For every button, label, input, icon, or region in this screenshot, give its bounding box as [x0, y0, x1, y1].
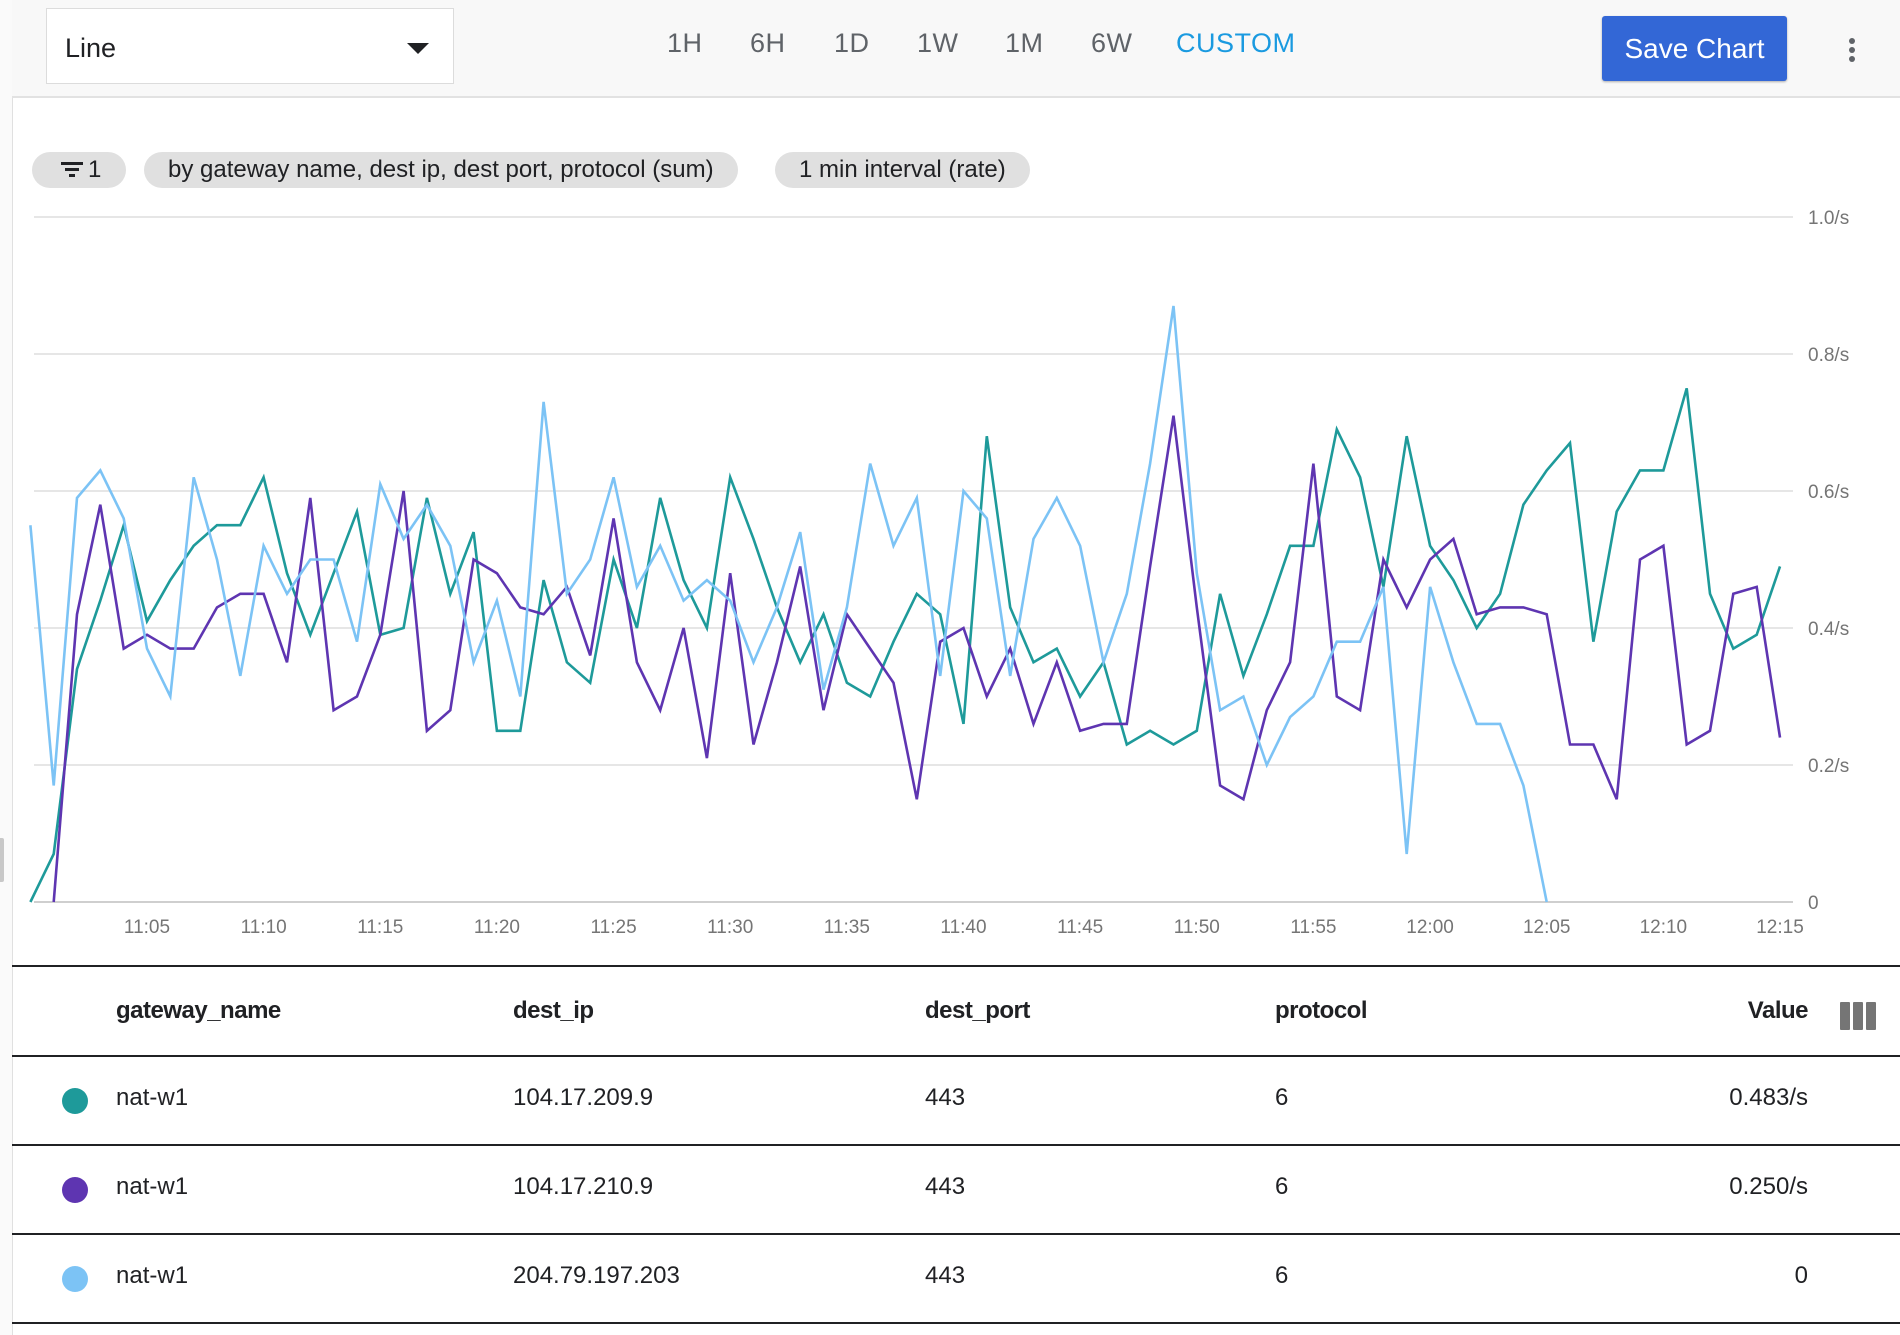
x-tick-label: 11:35 — [824, 917, 870, 938]
series-line-3 — [29, 305, 1548, 903]
y-axis: 0 0.2/s 0.4/s 0.6/s 0.8/s 1.0/s — [1808, 208, 1849, 914]
interval-chip[interactable]: 1 min interval (rate) — [775, 152, 1030, 188]
series-color-swatch — [62, 1266, 88, 1292]
gateway-name-cell: nat-w1 — [116, 1173, 189, 1200]
x-tick-label: 11:50 — [1174, 917, 1220, 938]
chart-type-value: Line — [65, 33, 117, 63]
column-header-value[interactable]: Value — [1712, 997, 1809, 1025]
group-by-chip[interactable]: by gateway name, dest ip, dest port, pro… — [144, 152, 738, 188]
x-tick-label: 12:05 — [1523, 917, 1571, 938]
dest-port-cell: 443 — [925, 1084, 966, 1111]
range-button-1d[interactable]: 1D — [834, 28, 870, 59]
legend-table: gateway_name dest_ip dest_port protocol … — [12, 965, 1900, 1324]
gateway-name-cell: nat-w1 — [116, 1262, 189, 1289]
x-tick-label: 12:10 — [1640, 917, 1688, 938]
column-header-dest-ip[interactable]: dest_ip — [513, 997, 594, 1025]
save-chart-button[interactable]: Save Chart — [1602, 16, 1787, 81]
table-row[interactable]: nat-w1 104.17.210.9 443 6 0.250/s — [12, 1146, 1900, 1235]
x-tick-label: 11:45 — [1057, 917, 1103, 938]
range-button-custom[interactable]: CUSTOM — [1176, 28, 1296, 59]
value-cell: 0.483/s — [1729, 1084, 1808, 1111]
y-tick-label: 0 — [1808, 893, 1819, 914]
series-lines — [29, 305, 1782, 903]
grid-lines — [34, 216, 1793, 903]
range-button-6w[interactable]: 6W — [1091, 28, 1133, 59]
column-header-protocol[interactable]: protocol — [1275, 997, 1368, 1025]
y-tick-label: 1.0/s — [1808, 208, 1849, 229]
range-button-1m[interactable]: 1M — [1005, 28, 1044, 59]
y-tick-label: 0.2/s — [1808, 756, 1849, 777]
series-line-1 — [29, 387, 1782, 903]
series-line-2 — [52, 415, 1782, 903]
protocol-cell: 6 — [1275, 1084, 1289, 1111]
x-tick-label: 11:25 — [591, 917, 637, 938]
x-tick-label: 11:10 — [241, 917, 287, 938]
dest-ip-cell: 104.17.210.9 — [513, 1173, 654, 1200]
y-tick-label: 0.4/s — [1808, 619, 1849, 640]
value-cell: 0.250/s — [1729, 1173, 1808, 1200]
x-tick-label: 11:20 — [474, 917, 520, 938]
dropdown-arrow-icon — [407, 43, 429, 54]
table-header: gateway_name dest_ip dest_port protocol … — [12, 965, 1900, 1057]
filter-list-icon — [60, 159, 84, 179]
chart-type-select[interactable]: Line — [46, 8, 454, 84]
x-tick-label: 11:15 — [357, 917, 403, 938]
x-tick-label: 11:05 — [124, 917, 170, 938]
y-tick-label: 0.8/s — [1808, 345, 1849, 366]
range-button-1w[interactable]: 1W — [917, 28, 959, 59]
dest-port-cell: 443 — [925, 1262, 966, 1289]
x-tick-label: 12:15 — [1756, 917, 1804, 938]
x-tick-label: 11:40 — [940, 917, 986, 938]
filter-chip[interactable]: 1 — [32, 152, 126, 188]
x-tick-label: 11:55 — [1290, 917, 1336, 938]
x-tick-label: 12:00 — [1406, 917, 1454, 938]
dest-ip-cell: 204.79.197.203 — [513, 1262, 680, 1289]
table-row[interactable]: nat-w1 204.79.197.203 443 6 0 — [12, 1235, 1900, 1324]
table-row[interactable]: nat-w1 104.17.209.9 443 6 0.483/s — [12, 1057, 1900, 1146]
view-column-icon[interactable] — [1840, 1002, 1876, 1030]
protocol-cell: 6 — [1275, 1173, 1289, 1200]
value-cell: 0 — [1794, 1262, 1808, 1289]
column-header-gateway-name[interactable]: gateway_name — [116, 997, 281, 1025]
series-color-swatch — [62, 1088, 88, 1114]
x-axis: 11:05 11:10 11:15 11:20 11:25 11:30 11:35 11:40… — [124, 917, 1804, 938]
protocol-cell: 6 — [1275, 1262, 1289, 1289]
filter-count: 1 — [88, 156, 102, 183]
more-vert-icon[interactable] — [1842, 38, 1862, 68]
dest-port-cell: 443 — [925, 1173, 966, 1200]
y-tick-label: 0.6/s — [1808, 482, 1849, 503]
dest-ip-cell: 104.17.209.9 — [513, 1084, 654, 1111]
series-color-swatch — [62, 1177, 88, 1203]
column-header-dest-port[interactable]: dest_port — [925, 997, 1030, 1025]
line-chart[interactable]: 00.2/s0.4/s0.6/s0.8/s1.0/s 11:05 11:10 11:… — [0, 200, 1900, 940]
chart-toolbar: Line 1H 6H 1D 1W 1M 6W CUSTOM Save Chart — [12, 0, 1900, 98]
range-button-1h[interactable]: 1H — [667, 28, 703, 59]
gateway-name-cell: nat-w1 — [116, 1084, 189, 1111]
x-tick-label: 11:30 — [707, 917, 753, 938]
range-button-6h[interactable]: 6H — [750, 28, 786, 59]
